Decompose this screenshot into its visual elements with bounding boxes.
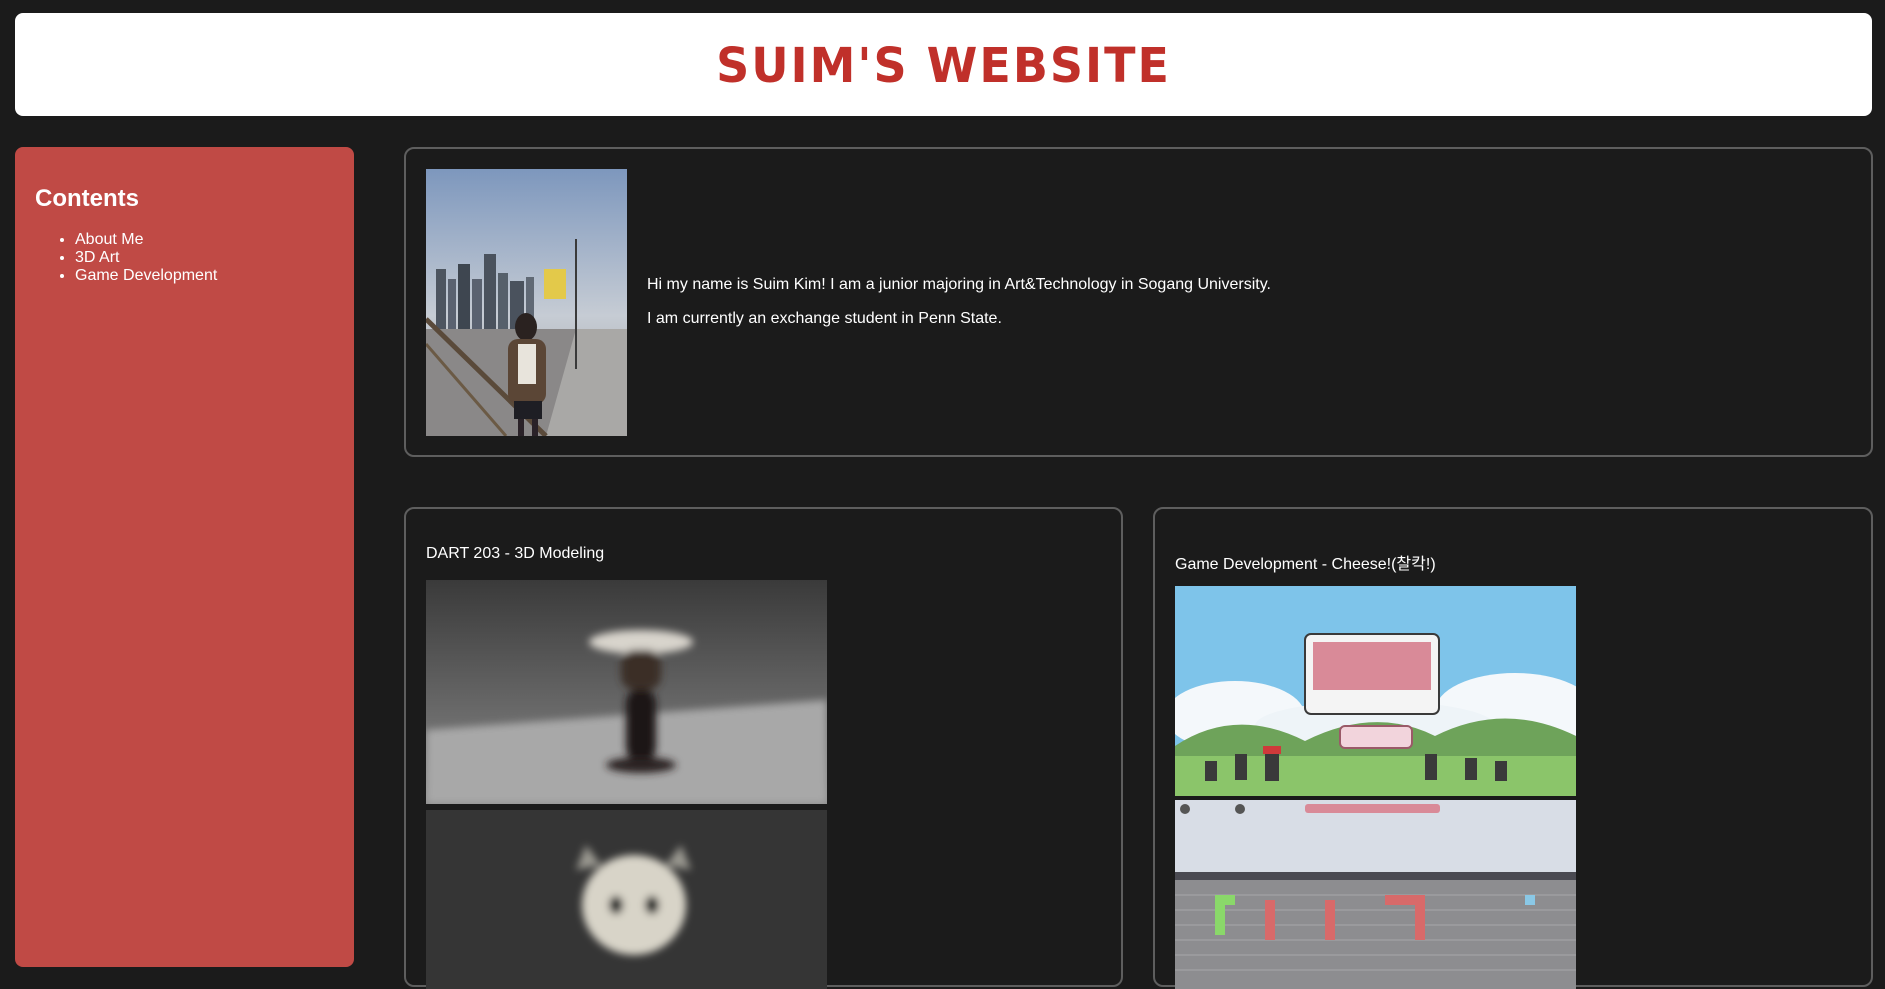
about-link[interactable]: About Me [75,231,143,248]
contents-list: About Me 3D Art Game Development [35,231,334,285]
sidebar-heading: Contents [35,185,139,212]
sidebar-item-3d-art: 3D Art [75,249,334,267]
3d-render-image-2 [426,810,827,989]
game-dev-title: Game Development - Cheese!(찰칵!) [1175,556,1436,573]
about-card: Hi my name is Suim Kim! I am a junior ma… [404,147,1873,457]
game-dev-link[interactable]: Game Development [75,267,217,284]
sidebar-item-about: About Me [75,231,334,249]
about-line-2: I am currently an exchange student in Pe… [647,310,1002,327]
game-dev-card: Game Development - Cheese!(찰칵!) [1153,507,1873,989]
game-play-screen-image [1175,800,1576,989]
3d-art-card: DART 203 - 3D Modeling [404,507,1123,989]
3d-art-link[interactable]: 3D Art [75,249,119,266]
3d-art-title: DART 203 - 3D Modeling [426,545,605,562]
site-title: Suim's Website [716,36,1171,93]
3d-render-image-1 [426,580,827,804]
sidebar: Contents About Me 3D Art Game Developmen… [15,147,354,967]
about-line-1: Hi my name is Suim Kim! I am a junior ma… [647,276,1271,293]
game-title-screen-image [1175,586,1576,796]
sidebar-item-game-dev: Game Development [75,267,334,285]
about-text: Hi my name is Suim Kim! I am a junior ma… [647,275,1271,343]
site-header: Suim's Website [15,13,1872,116]
profile-photo [426,169,627,436]
